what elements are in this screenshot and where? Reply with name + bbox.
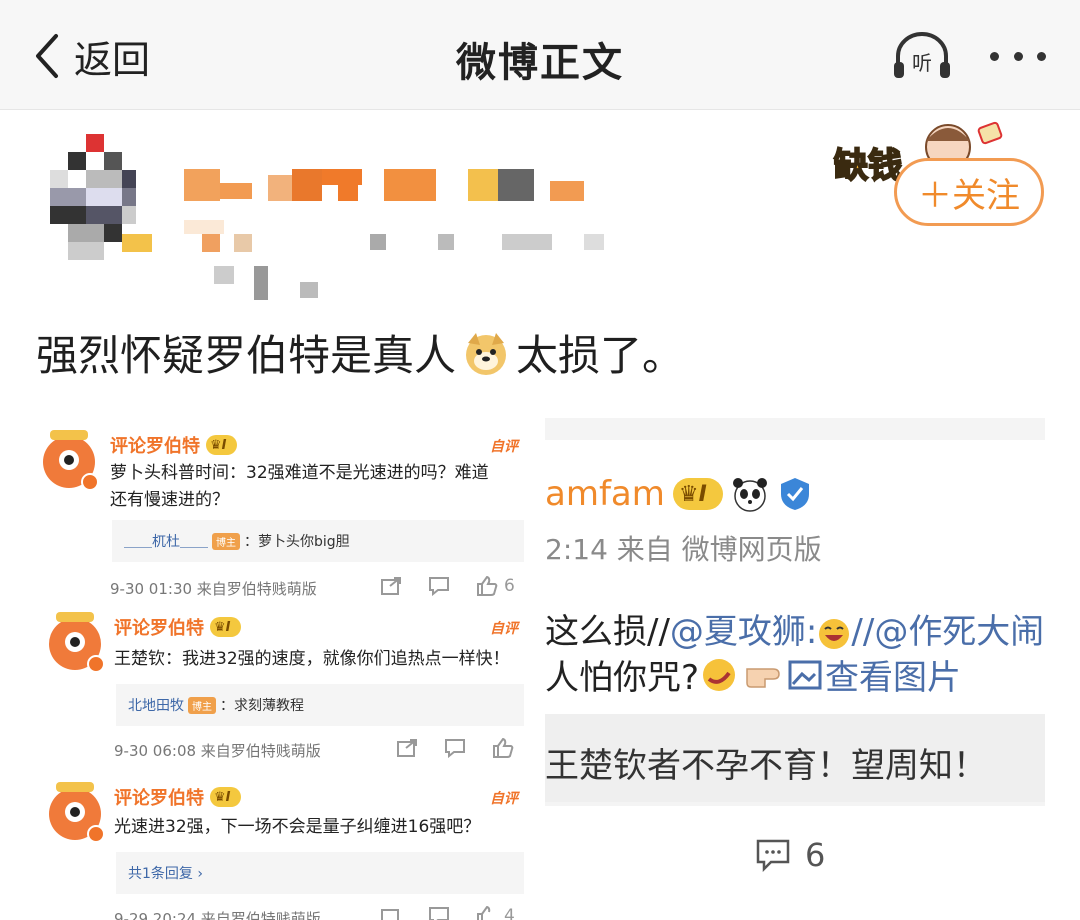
dot-icon: [1013, 51, 1023, 61]
author-badge: 博主: [188, 696, 216, 714]
follow-label: ＋关注: [918, 175, 1020, 216]
view-image-link[interactable]: 查看图片: [825, 650, 961, 699]
author-avatar[interactable]: [50, 130, 154, 270]
thumbs-up-icon[interactable]: [492, 738, 514, 758]
comment-meta: 9-30 06:08 来自罗伯特贱萌版: [114, 742, 321, 760]
rolling-laugh-emoji-icon: [703, 658, 736, 691]
post-content: 强烈怀疑罗伯特是真人 太损了。: [36, 322, 684, 383]
screenshot-text-line2: 人怕你咒? 查看图片: [545, 650, 961, 699]
panda-emoji-icon: [732, 478, 767, 512]
self-comment-tag: 自评: [490, 791, 518, 807]
like-count: 6: [504, 576, 515, 596]
post-text-tail: 太损了。: [516, 331, 685, 380]
vip-badge: ♛ I: [206, 435, 237, 455]
like-count: 4: [504, 906, 515, 920]
verified-shield-icon: [780, 478, 809, 510]
screenshot-comment-count: 6: [755, 836, 825, 874]
robot-avatar-icon: [49, 612, 105, 673]
post-text-main: 强烈怀疑罗伯特是真人: [36, 331, 457, 380]
quoted-post-text: 王楚钦者不孕不育！望周知！: [545, 746, 987, 786]
reply-text: ：萝卜头你big胆: [244, 534, 350, 550]
sticker-text: 缺钱: [834, 146, 902, 186]
listen-label: 听: [912, 51, 932, 75]
comment-author[interactable]: 评论罗伯特 ♛ I: [114, 614, 241, 640]
comment-text: 王楚钦：我进32强的速度，就像你们追热点一样快！: [114, 649, 510, 669]
listen-button[interactable]: 听: [890, 30, 954, 82]
thumbs-up-icon: [477, 576, 498, 596]
comment-actions: 6: [380, 576, 515, 596]
self-comment-tag: 自评: [490, 439, 518, 455]
reply-user: ＿＿杌杜＿＿: [124, 534, 208, 550]
author-name[interactable]: [184, 165, 604, 205]
like-button[interactable]: 6: [476, 576, 515, 596]
reply-preview[interactable]: 北地田牧 博主 ：求刻薄教程: [116, 684, 524, 726]
share-icon[interactable]: [396, 738, 418, 758]
comment-icon[interactable]: [428, 576, 450, 596]
more-options-button[interactable]: [986, 30, 1050, 82]
comment-author-name: 评论罗伯特: [114, 618, 204, 639]
comment-author[interactable]: 评论罗伯特 ♛ I: [114, 784, 241, 810]
dot-icon: [990, 51, 999, 61]
screenshot-text-line1: 这么损//@夏攻狮://@作死大闹: [545, 612, 1045, 652]
mention-link: @作死大闹: [874, 612, 1045, 652]
mention-link: @夏攻狮: [669, 612, 806, 652]
thumbs-up-icon: [477, 906, 491, 920]
laugh-emoji-icon: [819, 618, 850, 649]
pointing-hand-emoji-icon: [746, 667, 780, 688]
comment-text: 光速进32强，下一场不会是量子纠缠进16强吧？: [114, 817, 481, 837]
more-replies-link[interactable]: 共1条回复 ›: [116, 852, 524, 894]
comment-icon: [756, 839, 790, 872]
comment-author[interactable]: 评论罗伯特 ♛ I: [110, 432, 237, 458]
image-icon: [788, 660, 822, 689]
author-meta: [184, 220, 604, 300]
follow-button[interactable]: ＋关注: [894, 158, 1044, 226]
post-image-1[interactable]: 评论罗伯特 ♛ I 自评 萝卜头科普时间：32强难道不是光速进的吗？难道 还有慢…: [34, 418, 528, 920]
reply-preview[interactable]: ＿＿杌杜＿＿ 博主 ：萝卜头你big胆: [112, 520, 524, 562]
vip-badge: ♛ I: [210, 617, 241, 637]
comment-actions: [396, 738, 514, 758]
doge-emoji-icon: [466, 332, 507, 375]
comment-meta: 9-29 20:24 来自罗伯特贱萌版: [114, 910, 321, 920]
self-comment-tag: 自评: [490, 621, 518, 637]
comment-text: 萝卜头科普时间：32强难道不是光速进的吗？难道 还有慢速进的？: [110, 463, 489, 510]
headphones-icon: 听: [894, 32, 950, 78]
comment-author-name: 评论罗伯特: [110, 436, 200, 457]
dot-icon: [1037, 51, 1046, 61]
navigation-bar: 返回 微博正文 听: [0, 0, 1080, 110]
comment-author-name: 评论罗伯特: [114, 788, 204, 809]
comment-meta: 9-30 01:30 来自罗伯特贱萌版: [110, 580, 317, 598]
like-button[interactable]: 4: [476, 906, 515, 920]
screenshot-time: 2:14 来自 微博网页版: [545, 533, 822, 566]
author-badge: 博主: [212, 532, 240, 550]
comment-actions: 4: [380, 906, 515, 920]
screenshot-author-name: amfam: [545, 474, 665, 514]
post-image-2[interactable]: amfam ♛ I 2:14 来自 微博网页版 这么损//@夏攻狮://@作死大…: [545, 418, 1045, 920]
share-icon[interactable]: [380, 906, 402, 920]
robot-avatar-icon: [43, 430, 99, 491]
comment-icon[interactable]: [444, 738, 466, 758]
screenshot-author: amfam ♛ I: [545, 474, 813, 514]
comment-icon[interactable]: [428, 906, 450, 920]
vip-badge: ♛ I: [672, 478, 723, 510]
robot-avatar-icon: [49, 782, 105, 843]
vip-badge: ♛ I: [210, 787, 241, 807]
share-icon[interactable]: [380, 576, 402, 596]
reply-text: ：求刻薄教程: [220, 698, 304, 714]
reply-user: 北地田牧: [128, 698, 184, 714]
